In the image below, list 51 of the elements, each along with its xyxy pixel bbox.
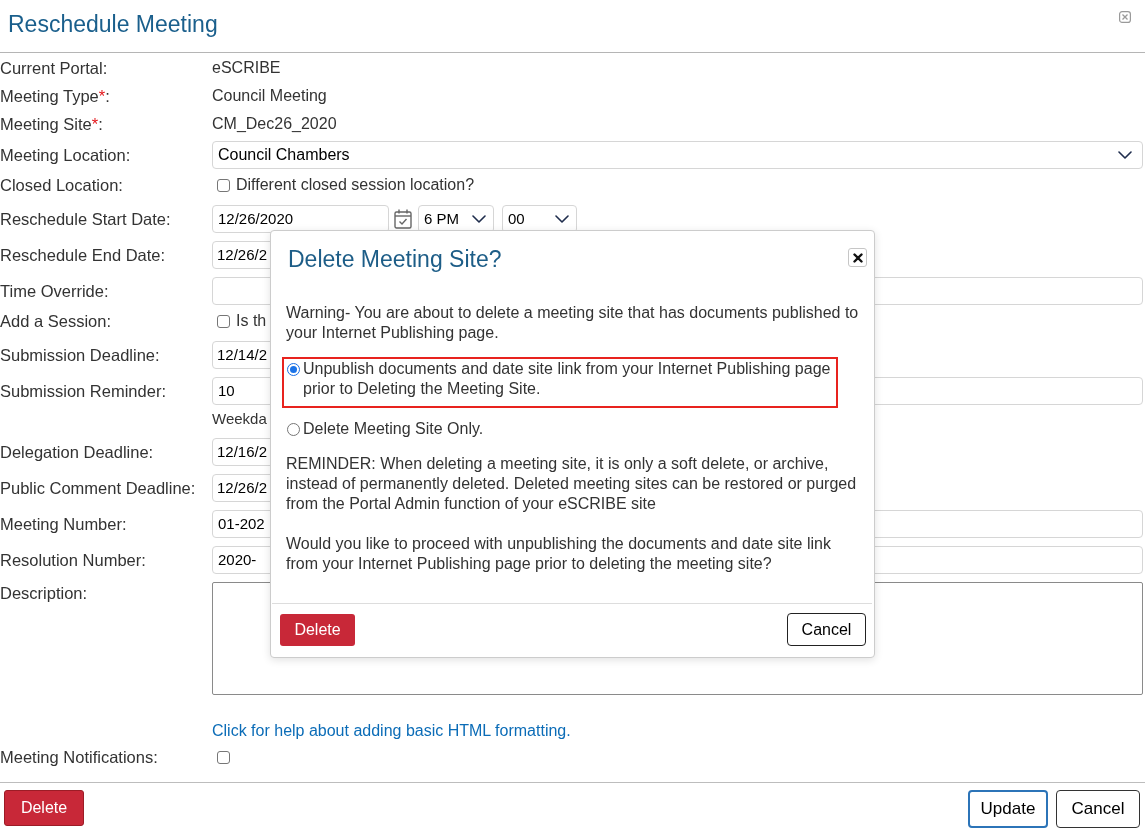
window-title: Reschedule Meeting (8, 10, 218, 38)
cancel-button[interactable]: Cancel (1056, 790, 1140, 828)
field-note: Weekda (212, 408, 267, 429)
chevron-down-icon (555, 215, 569, 223)
checkbox-label: Is th (236, 311, 267, 331)
radio-button[interactable] (287, 363, 300, 376)
minute-select[interactable]: 00 (502, 205, 577, 233)
option-label[interactable]: Unpublish documents and date site link from your Internet Publishing page prior to Deleting the Meeting Site. (303, 359, 836, 399)
field-label: Meeting Site*: (0, 113, 103, 135)
hour-select[interactable]: 6 PM (418, 205, 494, 233)
field-label: Meeting Notifications: (0, 746, 158, 768)
update-button[interactable]: Update (968, 790, 1048, 828)
field-label: Reschedule End Date: (0, 244, 166, 266)
field-label: Meeting Location: (0, 144, 131, 166)
field-value: eSCRIBE (212, 58, 281, 78)
field-label: Delegation Deadline: (0, 441, 154, 463)
field-label: Resolution Number: (0, 549, 146, 571)
calendar-icon[interactable] (394, 209, 412, 229)
warning-text: Warning- You are about to delete a meeting site that has documents published to your Internet Publishing page. (286, 303, 860, 343)
delete-button[interactable]: Delete (280, 614, 355, 646)
field-label: Submission Deadline: (0, 344, 160, 366)
cancel-button[interactable]: Cancel (787, 613, 866, 646)
field-value: CM_Dec26_2020 (212, 114, 337, 134)
select-field[interactable]: Council Chambers (212, 141, 1143, 169)
field-label: Time Override: (0, 280, 109, 302)
field-label: Reschedule Start Date: (0, 208, 171, 230)
close-icon[interactable] (1119, 11, 1131, 23)
help-link[interactable]: Click for help about adding basic HTML formatting. (212, 719, 571, 743)
field-value: Council Meeting (212, 86, 327, 106)
close-icon (852, 252, 863, 263)
delete-button[interactable]: Delete (4, 790, 84, 826)
chevron-down-icon (1118, 151, 1132, 159)
checkbox[interactable] (217, 178, 230, 192)
radio-button[interactable] (287, 423, 300, 436)
checkbox[interactable] (217, 314, 230, 328)
date-field[interactable]: 12/26/2020 (212, 205, 389, 233)
field-label: Current Portal: (0, 57, 108, 79)
field-label: Add a Session: (0, 310, 111, 332)
field-label: Description: (0, 582, 88, 604)
field-label: Public Comment Deadline: (0, 477, 196, 499)
close-button[interactable] (848, 248, 867, 267)
field-label: Meeting Number: (0, 513, 127, 535)
field-label: Closed Location: (0, 174, 123, 196)
dialog-title: Delete Meeting Site? (288, 245, 502, 273)
checkbox[interactable] (217, 750, 230, 764)
chevron-down-icon (472, 215, 486, 223)
field-label: Submission Reminder: (0, 380, 166, 402)
reminder-text: REMINDER: When deleting a meeting site, it is only a soft delete, or archive, instead of permanently deleted. Deleted meeting sites can be restored or purged from the Portal Admin function of your eSCRIBE site (286, 454, 858, 514)
checkbox-label: Different closed session location? (236, 175, 475, 195)
field-label: Meeting Type*: (0, 85, 110, 107)
option-label[interactable]: Delete Meeting Site Only. (303, 419, 836, 439)
